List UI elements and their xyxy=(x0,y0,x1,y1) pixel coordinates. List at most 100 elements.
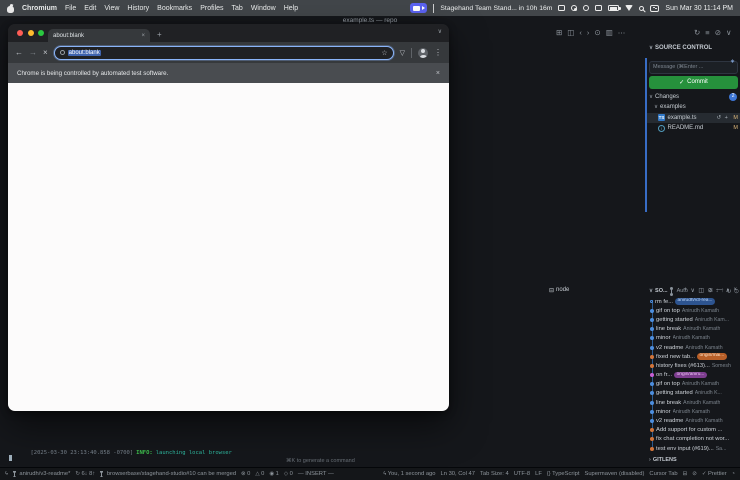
browser-tab[interactable]: about:blank × xyxy=(48,29,150,42)
file-row-actions[interactable]: ↺ + xyxy=(717,115,729,121)
menu-help[interactable]: Help xyxy=(284,5,298,12)
terminal-tab[interactable]: ⊟ node xyxy=(549,287,569,294)
menu-window[interactable]: Window xyxy=(251,5,276,12)
split-editor-icon[interactable]: ⊞ xyxy=(556,28,562,37)
forward-icon[interactable]: → xyxy=(29,48,37,57)
generate-commit-message-icon[interactable]: ∗ xyxy=(730,58,735,65)
address-bar[interactable]: about:blank ☆ xyxy=(54,46,394,60)
language-mode[interactable]: {} TypeScript xyxy=(547,471,580,477)
menu-tab[interactable]: Tab xyxy=(232,5,243,12)
commit-message-input[interactable] xyxy=(649,61,738,74)
clear-icon[interactable]: ⊘ xyxy=(715,28,721,37)
commit-row[interactable]: minor Anirudh Kamath xyxy=(647,334,740,343)
notifications-icon[interactable]: ◔ xyxy=(732,471,735,477)
keystroke-overlay-icon[interactable] xyxy=(558,5,565,11)
changes-section-row[interactable]: ∨ Changes 2 xyxy=(647,92,740,103)
do-not-disturb-icon[interactable]: ⊘ xyxy=(692,471,697,477)
new-tab-button[interactable]: + xyxy=(157,30,162,40)
commit-row[interactable]: getting started Anirudh Kam... xyxy=(647,315,740,324)
kill-terminal-icon[interactable]: ⊘ xyxy=(708,287,713,294)
refresh-icon[interactable]: ↻ xyxy=(694,28,700,37)
menu-history[interactable]: History xyxy=(127,5,149,12)
commit-row[interactable]: test env input (#619)... Sa... xyxy=(647,444,740,453)
menu-file[interactable]: File xyxy=(65,5,76,12)
tab-search-icon[interactable]: ∨ xyxy=(438,28,442,35)
branch-indicator[interactable]: anirudh/v3-readme* xyxy=(13,471,70,477)
apple-menu-icon[interactable] xyxy=(7,4,14,13)
nav-forward-icon[interactable]: › xyxy=(587,28,590,37)
status-counter-2[interactable]: ◇ 0 xyxy=(284,471,293,477)
remote-indicator[interactable]: ϟ xyxy=(5,471,8,477)
screen-recording-indicator[interactable] xyxy=(410,3,427,13)
back-icon[interactable]: ← xyxy=(15,48,23,57)
panel-layout-icon[interactable]: ▥ xyxy=(606,28,613,37)
commit-row[interactable]: gif on top Anirudh Kamath xyxy=(647,306,740,315)
cursor-tab-status[interactable]: Cursor Tab xyxy=(649,471,677,477)
status-counter[interactable]: ◉ 1 xyxy=(269,471,279,477)
stats-icon[interactable] xyxy=(595,5,602,11)
warnings-indicator[interactable]: △ 0 xyxy=(255,471,264,477)
commit-row[interactable]: Add support for custom ... xyxy=(647,426,740,435)
vim-mode[interactable]: — INSERT — xyxy=(298,471,334,477)
stop-icon[interactable]: × xyxy=(43,48,48,57)
commit-row[interactable]: v2 readme Anirudh Kamath xyxy=(647,416,740,425)
encoding[interactable]: UTF-8 xyxy=(514,471,530,477)
list-icon[interactable]: ≡ xyxy=(705,28,709,37)
split-terminal-icon[interactable]: ◫ xyxy=(698,287,704,294)
commit-row[interactable]: v2 readme Anirudh Kamath xyxy=(647,343,740,352)
more-actions-icon[interactable]: ⋯ xyxy=(618,28,626,37)
site-info-icon[interactable] xyxy=(60,50,65,55)
profile-avatar[interactable] xyxy=(418,48,428,58)
tab-close-icon[interactable]: × xyxy=(141,33,145,39)
calendar-meeting-status[interactable]: Stagehand Team Stand... in 10h 16m xyxy=(440,5,552,12)
scm-file-example-ts[interactable]: TS example.ts ↺ + M xyxy=(647,113,740,124)
commit-row[interactable]: rm fe... anirudh/v3-rea... xyxy=(647,297,740,306)
address-text[interactable]: about:blank xyxy=(68,50,101,56)
bookmark-star-icon[interactable]: ☆ xyxy=(381,49,387,57)
commit-row[interactable]: on fr... origin/aniru... xyxy=(647,371,740,380)
wifi-icon[interactable] xyxy=(625,5,633,11)
cursor-position[interactable]: Ln 30, Col 47 xyxy=(441,471,475,477)
menubar-clock[interactable]: Sun Mar 30 11:14 PM xyxy=(665,5,733,12)
commit-row[interactable]: minor Anirudh Kamath xyxy=(647,407,740,416)
close-panel-icon[interactable]: × xyxy=(733,287,737,294)
battery-icon[interactable] xyxy=(608,5,619,11)
supermaven-status[interactable]: Supermaven (disabled) xyxy=(584,471,644,477)
commit-button[interactable]: ✓ Commit xyxy=(649,76,738,89)
menu-bookmarks[interactable]: Bookmarks xyxy=(157,5,192,12)
source-control-header[interactable]: ∨ SOURCE CONTROL xyxy=(647,42,740,54)
eol-indicator[interactable]: LF xyxy=(535,471,542,477)
commit-row[interactable]: history fixes (#613)... Somesh xyxy=(647,361,740,370)
zoom-window-button[interactable] xyxy=(38,30,44,36)
toggle-layout-icon[interactable]: ◫ xyxy=(567,28,574,37)
record-dot-icon[interactable] xyxy=(571,5,577,11)
prettier-status[interactable]: ✓ Prettier xyxy=(702,471,727,477)
display-icon[interactable] xyxy=(583,5,589,11)
gitlens-section[interactable]: › GITLENS xyxy=(647,454,740,465)
maximize-panel-icon[interactable]: ∧ xyxy=(726,287,730,294)
menu-view[interactable]: View xyxy=(104,5,119,12)
menu-edit[interactable]: Edit xyxy=(84,5,96,12)
menu-profiles[interactable]: Profiles xyxy=(200,5,223,12)
browser-menu-icon[interactable]: ⋮ xyxy=(434,48,442,57)
collapse-icon[interactable]: ∨ xyxy=(726,28,732,37)
keyboard-icon[interactable]: ⊟ xyxy=(683,471,688,477)
commit-row[interactable]: fixed new tab... origin/mai... xyxy=(647,352,740,361)
terminal-dropdown-icon[interactable]: ∨ xyxy=(690,287,694,294)
app-menu[interactable]: Chromium xyxy=(22,5,57,12)
minimize-window-button[interactable] xyxy=(28,30,34,36)
search-icon[interactable] xyxy=(639,6,644,11)
nav-back-icon[interactable]: ‹ xyxy=(579,28,582,37)
commit-row[interactable]: gif on top Anirudh Kamath xyxy=(647,380,740,389)
blame-info[interactable]: ϟ You, 1 second ago xyxy=(383,471,435,477)
infobar-close-icon[interactable]: × xyxy=(436,70,440,77)
run-icon[interactable]: ⊙ xyxy=(594,28,600,37)
commit-row[interactable]: line break Anirudh Kamath xyxy=(647,325,740,334)
scm-file-readme-md[interactable]: i README.md M xyxy=(647,123,740,134)
commit-row[interactable]: line break Anirudh Kamath xyxy=(647,398,740,407)
new-terminal-icon[interactable]: + xyxy=(683,287,687,294)
pr-status[interactable]: browserbase/stagehand-studio#10 can be m… xyxy=(100,471,236,477)
sync-indicator[interactable]: ↻ 6↓ 8↑ xyxy=(75,471,95,477)
tab-size[interactable]: Tab Size: 4 xyxy=(480,471,509,477)
minimize-panel-icon[interactable]: — xyxy=(716,287,722,294)
